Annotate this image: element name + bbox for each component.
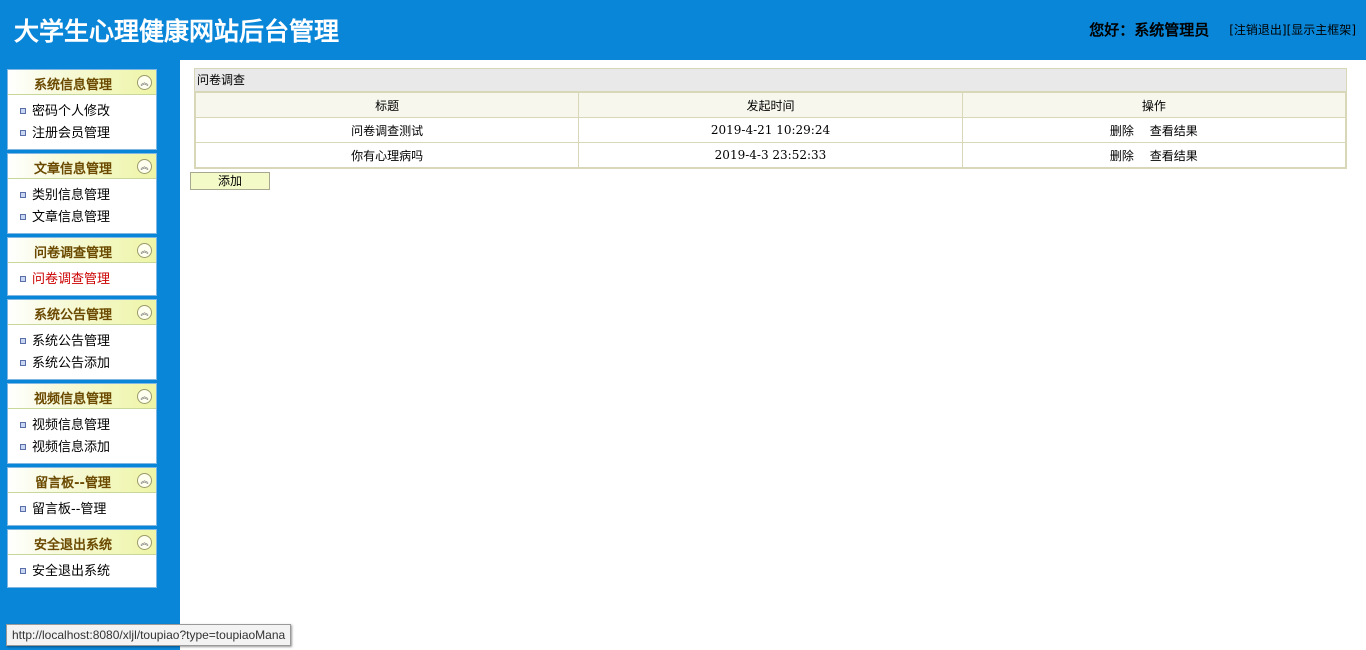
top-header: 大学生心理健康网站后台管理 您好：系统管理员 [注销退出] [显示主框架] [0,0,1366,60]
greeting-text: 您好：系统管理员 [1089,21,1210,39]
bullet-icon [20,129,26,136]
bullet-icon [20,443,26,450]
menu-group-header[interactable]: 问卷调查管理 ︽ [8,238,156,263]
double-chevron-up-icon[interactable]: ︽ [137,389,152,404]
double-chevron-up-icon[interactable]: ︽ [137,243,152,258]
double-chevron-up-icon[interactable]: ︽ [137,75,152,90]
sidebar: 系统信息管理 ︽ 密码个人修改 注册会员管理 文章信息管理 ︽ 类别信息管理 文… [0,60,180,650]
menu-group-survey: 问卷调查管理 ︽ 问卷调查管理 [7,237,157,296]
panel-title: 问卷调查 [195,69,1346,92]
view-results-link[interactable]: 查看结果 [1150,124,1198,138]
survey-panel: 问卷调查 标题 发起时间 操作 问卷调查测试 2019-4-21 10:29:2… [194,68,1347,169]
sidebar-item-label: 类别信息管理 [32,188,111,203]
table-header-row: 标题 发起时间 操作 [194,92,1347,118]
sidebar-item-categories[interactable]: 类别信息管理 [8,185,156,207]
status-bar-url: http://localhost:8080/xljl/toupiao?type=… [6,624,292,646]
show-frame-link-label: 显示主框架 [1291,23,1352,37]
menu-group-title: 问卷调查管理 [33,246,112,261]
cell-actions: 删除 查看结果 [961,117,1347,143]
bullet-icon [20,275,26,282]
menu-group-videos: 视频信息管理 ︽ 视频信息管理 视频信息添加 [7,383,157,464]
bullet-icon [20,421,26,428]
menu-group-notices: 系统公告管理 ︽ 系统公告管理 系统公告添加 [7,299,157,380]
sidebar-item-notice-manage[interactable]: 系统公告管理 [8,331,156,353]
sidebar-item-articles[interactable]: 文章信息管理 [8,207,156,229]
menu-group-articles: 文章信息管理 ︽ 类别信息管理 文章信息管理 [7,153,157,234]
double-chevron-up-icon[interactable]: ︽ [137,535,152,550]
logout-link-label: 注销退出 [1233,23,1282,37]
table-row: 你有心理病吗 2019-4-3 23:52:33 删除 查看结果 [194,142,1347,168]
menu-group-header[interactable]: 留言板--管理 ︽ [8,468,156,493]
cell-title: 你有心理病吗 [194,142,580,168]
sidebar-item-label: 系统公告添加 [32,356,111,371]
menu-group-guestbook: 留言板--管理 ︽ 留言板--管理 [7,467,157,526]
column-header-time: 发起时间 [578,92,963,118]
add-button[interactable]: 添加 [190,172,270,190]
menu-group-title: 视频信息管理 [33,392,112,407]
cell-actions: 删除 查看结果 [961,142,1347,168]
double-chevron-up-icon[interactable]: ︽ [137,159,152,174]
delete-link[interactable]: 删除 [1110,149,1134,163]
sidebar-item-notice-add[interactable]: 系统公告添加 [8,353,156,375]
sidebar-item-change-password[interactable]: 密码个人修改 [8,101,156,123]
sidebar-item-members[interactable]: 注册会员管理 [8,123,156,145]
header-user-area: 您好：系统管理员 [注销退出] [显示主框架] [1089,19,1356,40]
sidebar-item-label: 安全退出系统 [32,564,111,579]
menu-group-title: 留言板--管理 [35,476,111,491]
sidebar-item-video-manage[interactable]: 视频信息管理 [8,415,156,437]
sidebar-item-label: 视频信息管理 [32,418,111,433]
bullet-icon [20,213,26,220]
bullet-icon [20,359,26,366]
menu-group-title: 系统公告管理 [33,308,112,323]
bullet-icon [20,337,26,344]
show-frame-link[interactable]: [显示主框架] [1287,21,1356,38]
sidebar-item-guestbook[interactable]: 留言板--管理 [8,499,156,521]
bullet-icon [20,191,26,198]
double-chevron-up-icon[interactable]: ︽ [137,473,152,488]
sidebar-item-video-add[interactable]: 视频信息添加 [8,437,156,459]
sidebar-item-label: 留言板--管理 [32,502,107,517]
menu-group-title: 文章信息管理 [33,162,112,177]
bullet-icon [20,505,26,512]
menu-group-header[interactable]: 视频信息管理 ︽ [8,384,156,409]
column-header-title: 标题 [194,92,580,118]
delete-link[interactable]: 删除 [1110,124,1134,138]
table-row: 问卷调查测试 2019-4-21 10:29:24 删除 查看结果 [194,117,1347,143]
view-results-link[interactable]: 查看结果 [1150,149,1198,163]
sidebar-item-label: 文章信息管理 [32,210,111,225]
cell-time: 2019-4-21 10:29:24 [578,117,963,143]
menu-group-header[interactable]: 系统信息管理 ︽ [8,70,156,95]
menu-group-system-info: 系统信息管理 ︽ 密码个人修改 注册会员管理 [7,69,157,150]
cell-title: 问卷调查测试 [194,117,580,143]
sidebar-item-label: 注册会员管理 [32,126,111,141]
cell-time: 2019-4-3 23:52:33 [578,142,963,168]
sidebar-item-label: 视频信息添加 [32,440,111,455]
logout-link[interactable]: [注销退出] [1229,21,1286,38]
site-title: 大学生心理健康网站后台管理 [14,17,340,46]
menu-group-title: 安全退出系统 [33,538,112,553]
sidebar-item-label: 系统公告管理 [32,334,111,349]
menu-group-header[interactable]: 安全退出系统 ︽ [8,530,156,555]
survey-table: 标题 发起时间 操作 问卷调查测试 2019-4-21 10:29:24 删除 … [194,92,1347,168]
column-header-actions: 操作 [961,92,1347,118]
sidebar-item-label: 问卷调查管理 [32,272,111,287]
menu-group-title: 系统信息管理 [33,78,112,93]
menu-group-header[interactable]: 文章信息管理 ︽ [8,154,156,179]
bullet-icon [20,107,26,114]
sidebar-item-label: 密码个人修改 [32,104,111,119]
menu-group-logout: 安全退出系统 ︽ 安全退出系统 [7,529,157,588]
menu-group-header[interactable]: 系统公告管理 ︽ [8,300,156,325]
sidebar-item-logout[interactable]: 安全退出系统 [8,561,156,583]
double-chevron-up-icon[interactable]: ︽ [137,305,152,320]
sidebar-item-survey[interactable]: 问卷调查管理 [8,269,156,291]
bullet-icon [20,567,26,574]
